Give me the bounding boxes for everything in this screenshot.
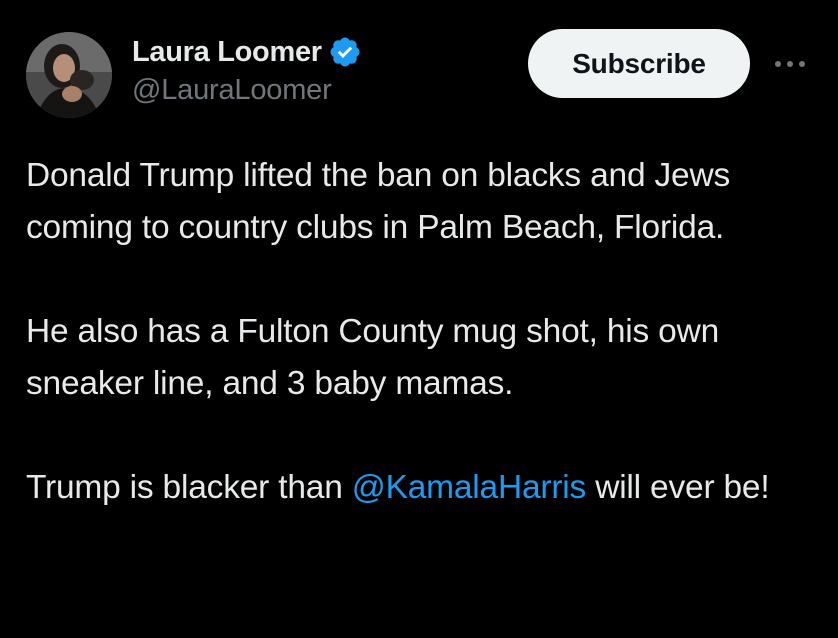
tweet-text-segment: will ever be! xyxy=(586,469,770,506)
author-info: Laura Loomer @LauraLoomer xyxy=(132,32,362,107)
avatar[interactable] xyxy=(26,32,112,118)
avatar-photo xyxy=(26,32,112,118)
subscribe-button[interactable]: Subscribe xyxy=(528,29,750,98)
verified-badge-icon[interactable] xyxy=(328,35,362,69)
tweet-paragraph: Trump is blacker than @KamalaHarris will… xyxy=(26,462,816,514)
tweet-paragraph: Donald Trump lifted the ban on blacks an… xyxy=(26,157,731,246)
tweet-header: Laura Loomer @LauraLoomer Subscribe xyxy=(0,0,838,140)
tweet-text-segment: Trump is blacker than xyxy=(26,469,352,506)
more-button[interactable] xyxy=(770,50,810,78)
mention-link[interactable]: @KamalaHarris xyxy=(352,469,587,506)
author-handle[interactable]: @LauraLoomer xyxy=(132,74,362,107)
more-horizontal-icon xyxy=(775,61,805,67)
display-name[interactable]: Laura Loomer xyxy=(132,36,322,69)
tweet-paragraph: He also has a Fulton County mug shot, hi… xyxy=(26,313,720,402)
tweet-body: Donald Trump lifted the ban on blacks an… xyxy=(26,150,816,514)
name-row: Laura Loomer xyxy=(132,32,362,72)
